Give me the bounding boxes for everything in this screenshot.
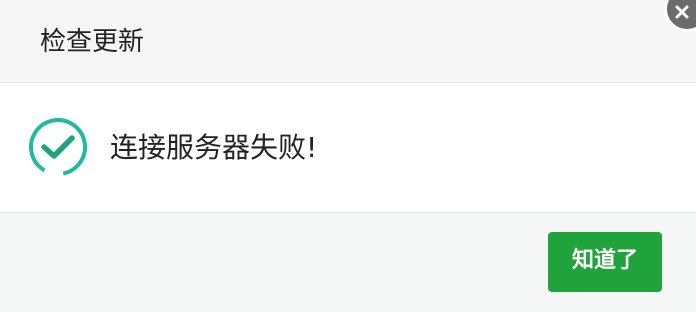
dialog-message: 连接服务器失败! xyxy=(110,131,318,164)
close-icon xyxy=(675,5,689,19)
dialog-title: 检查更新 xyxy=(40,27,145,57)
dialog-header: 检查更新 xyxy=(0,0,696,83)
dialog-body: 连接服务器失败! xyxy=(0,83,696,213)
dialog-footer: 知道了 xyxy=(0,213,696,312)
check-circle-icon xyxy=(29,118,87,176)
update-dialog: 检查更新 连接服务器失败! 知道了 xyxy=(0,0,696,312)
ok-button[interactable]: 知道了 xyxy=(548,232,662,292)
